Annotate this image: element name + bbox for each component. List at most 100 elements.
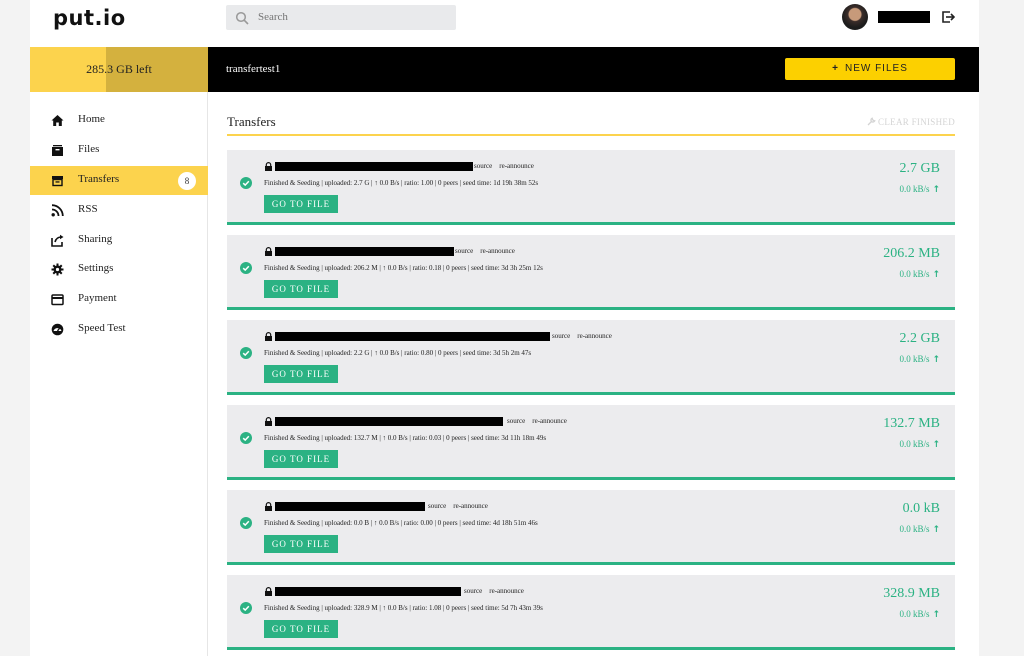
transfer-name-redacted [275,587,461,596]
sidebar-item-label: Transfers [78,173,120,185]
sidebar-item-label: RSS [78,203,98,215]
transfer-size: 206.2 MB [883,246,940,261]
sidebar-item-files[interactable]: Files [30,136,208,165]
arrow-up-icon: ↑ [932,185,940,195]
username-redacted[interactable] [878,11,930,23]
speedometer-icon [51,323,64,336]
go-to-file-button[interactable]: GO TO FILE [264,365,338,383]
transfer-size: 132.7 MB [883,416,940,431]
transfer-card: source re-announce Finished & Seeding | u… [227,405,955,480]
check-circle-icon [240,602,252,614]
transfer-speed-value: 0.0 kB/s [899,354,930,364]
check-circle-icon [240,262,252,274]
sidebar-item-home[interactable]: Home [30,106,208,135]
sidebar-item-settings[interactable]: Settings [30,255,208,284]
logout-icon[interactable] [941,10,955,24]
clear-finished-button[interactable]: CLEAR FINISHED [867,117,955,127]
reannounce-link[interactable]: re-announce [499,162,534,170]
new-files-button[interactable]: + NEW FILES [785,58,955,80]
files-icon [52,145,63,156]
transfer-size: 328.9 MB [883,586,940,601]
lock-icon [265,162,272,171]
disk-space-label: 285.3 GB left [86,62,152,76]
transfer-status: Finished & Seeding | uploaded: 132.7 M |… [264,434,547,442]
transfer-speed: 0.0 kB/s ↑ [899,439,940,450]
transfer-size: 0.0 kB [902,501,940,516]
source-link[interactable]: source [474,162,492,170]
lock-icon [265,417,272,426]
gear-icon [51,263,64,276]
transfer-links: source re-announce [552,332,619,340]
transfer-speed-value: 0.0 kB/s [899,609,930,619]
sidebar-item-transfers[interactable]: Transfers 8 [30,166,208,195]
sidebar-item-label: Home [78,113,105,125]
lock-icon [265,587,272,596]
arrow-up-icon: ↑ [932,270,940,280]
go-to-file-button[interactable]: GO TO FILE [264,535,338,553]
check-circle-icon [240,177,252,189]
account-username: transfertest1 [226,63,281,75]
reannounce-link[interactable]: re-announce [453,502,488,510]
transfer-status: Finished & Seeding | uploaded: 0.0 B | ↑… [264,519,538,527]
transfer-status: Finished & Seeding | uploaded: 206.2 M |… [264,264,543,272]
transfer-status: Finished & Seeding | uploaded: 2.2 G | ↑… [264,349,532,357]
transfer-links: source re-announce [507,417,574,425]
transfer-size: 2.7 GB [899,161,940,176]
transfers-count-badge: 8 [178,172,196,190]
sidebar-item-label: Sharing [78,233,113,245]
plus-icon: + [832,63,839,74]
putio-logo[interactable]: PUT.io [53,6,126,30]
transfer-card: source re-announce Finished & Seeding | u… [227,150,955,225]
disk-space-bar[interactable]: 285.3 GB left [30,47,208,92]
transfer-card: source re-announce Finished & Seeding | u… [227,575,955,650]
transfer-speed-value: 0.0 kB/s [899,184,930,194]
go-to-file-button[interactable]: GO TO FILE [264,620,338,638]
transfer-speed: 0.0 kB/s ↑ [899,184,940,195]
transfer-links: source re-announce [464,587,531,595]
payment-icon [51,294,64,306]
search-box[interactable] [226,5,456,30]
transfer-name-redacted [275,247,454,256]
go-to-file-button[interactable]: GO TO FILE [264,450,338,468]
new-files-label: NEW FILES [844,63,908,74]
transfer-links: source re-announce [474,162,541,170]
page-title: Transfers [227,114,276,129]
top-bar: PUT.io [30,0,979,47]
heading-divider [227,134,955,136]
go-to-file-button[interactable]: GO TO FILE [264,280,338,298]
source-link[interactable]: source [428,502,446,510]
transfer-speed-value: 0.0 kB/s [899,524,930,534]
clear-finished-label: CLEAR FINISHED [878,117,955,127]
transfer-speed: 0.0 kB/s ↑ [899,354,940,365]
arrow-up-icon: ↑ [932,610,940,620]
home-icon [51,115,64,126]
sidebar-item-payment[interactable]: Payment [30,285,208,314]
source-link[interactable]: source [455,247,473,255]
sidebar-item-label: Speed Test [78,322,126,334]
source-link[interactable]: source [552,332,570,340]
arrow-up-icon: ↑ [932,525,940,535]
transfers-panel: Transfers CLEAR FINISHED source re-announ… [227,92,955,656]
reannounce-link[interactable]: re-announce [577,332,612,340]
reannounce-link[interactable]: re-announce [532,417,567,425]
rss-icon [51,204,64,217]
reannounce-link[interactable]: re-announce [489,587,524,595]
arrow-up-icon: ↑ [932,440,940,450]
search-input[interactable] [258,8,448,26]
go-to-file-button[interactable]: GO TO FILE [264,195,338,213]
transfer-links: source re-announce [428,502,495,510]
check-circle-icon [240,517,252,529]
transfer-name-redacted [275,417,503,426]
transfer-card: source re-announce Finished & Seeding | u… [227,490,955,565]
sidebar-item-sharing[interactable]: Sharing [30,226,208,255]
sidebar-item-speed-test[interactable]: Speed Test [30,315,208,344]
reannounce-link[interactable]: re-announce [480,247,515,255]
sidebar: Home Files Transfers 8 RSS Sharing Setti… [30,92,208,656]
avatar[interactable] [842,4,868,30]
transfer-speed: 0.0 kB/s ↑ [899,524,940,535]
source-link[interactable]: source [464,587,482,595]
source-link[interactable]: source [507,417,525,425]
transfer-links: source re-announce [455,247,522,255]
sidebar-item-rss[interactable]: RSS [30,196,208,225]
sidebar-item-label: Payment [78,292,117,304]
